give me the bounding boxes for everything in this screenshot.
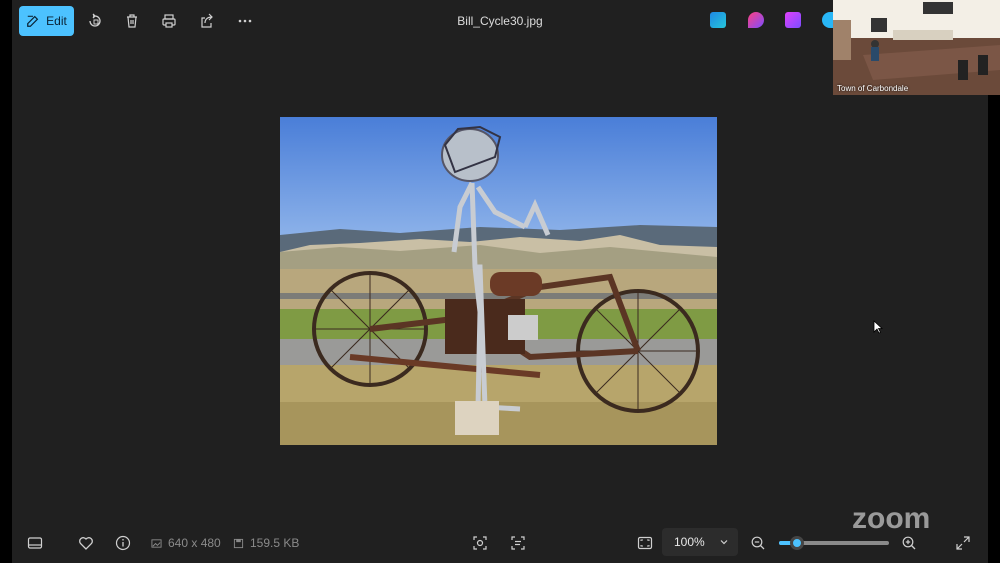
fit-window-icon: [637, 536, 653, 550]
file-size-text: 159.5 KB: [250, 536, 300, 550]
dimensions-icon: [151, 538, 162, 548]
info-icon: [115, 535, 131, 551]
image-dimensions: 640 x 480: [151, 536, 221, 550]
zoom-slider[interactable]: [779, 536, 889, 550]
photo-viewer-image: [280, 117, 717, 445]
file-size-icon: [233, 538, 244, 548]
zoom-out-button[interactable]: [747, 532, 769, 554]
mouse-cursor-icon: [873, 320, 883, 334]
participant-video-tile[interactable]: Town of Carbondale: [833, 0, 1000, 95]
favorite-icon: [79, 537, 93, 550]
filmstrip-icon: [27, 537, 43, 549]
filmstrip-button[interactable]: [24, 532, 46, 554]
bottom-toolbar: 640 x 480 159.5 KB 100%: [12, 522, 988, 563]
face-scan-icon: [473, 536, 487, 550]
favorite-button[interactable]: [75, 532, 97, 554]
dimensions-text: 640 x 480: [168, 536, 221, 550]
fullscreen-button[interactable]: [952, 532, 974, 554]
zoom-out-icon: [751, 536, 765, 550]
participant-name: Town of Carbondale: [837, 84, 909, 93]
ocr-button[interactable]: [507, 532, 529, 554]
info-button[interactable]: [112, 532, 134, 554]
paint-app-icon[interactable]: [748, 12, 764, 28]
ocr-icon: [511, 536, 525, 550]
fullscreen-icon: [956, 536, 970, 550]
face-scan-button[interactable]: [469, 532, 491, 554]
designer-app-icon[interactable]: [710, 12, 726, 28]
zoom-level-text: 100%: [674, 535, 705, 549]
file-size: 159.5 KB: [233, 536, 299, 550]
zoom-in-icon: [902, 536, 916, 550]
zoom-slider-thumb[interactable]: [789, 536, 804, 550]
zoom-watermark-logo: zoom: [852, 502, 931, 535]
clipchamp-app-icon[interactable]: [785, 12, 801, 28]
zoom-level-select[interactable]: 100%: [662, 528, 738, 556]
fit-window-button[interactable]: [634, 532, 656, 554]
chevron-down-icon: [720, 540, 728, 545]
